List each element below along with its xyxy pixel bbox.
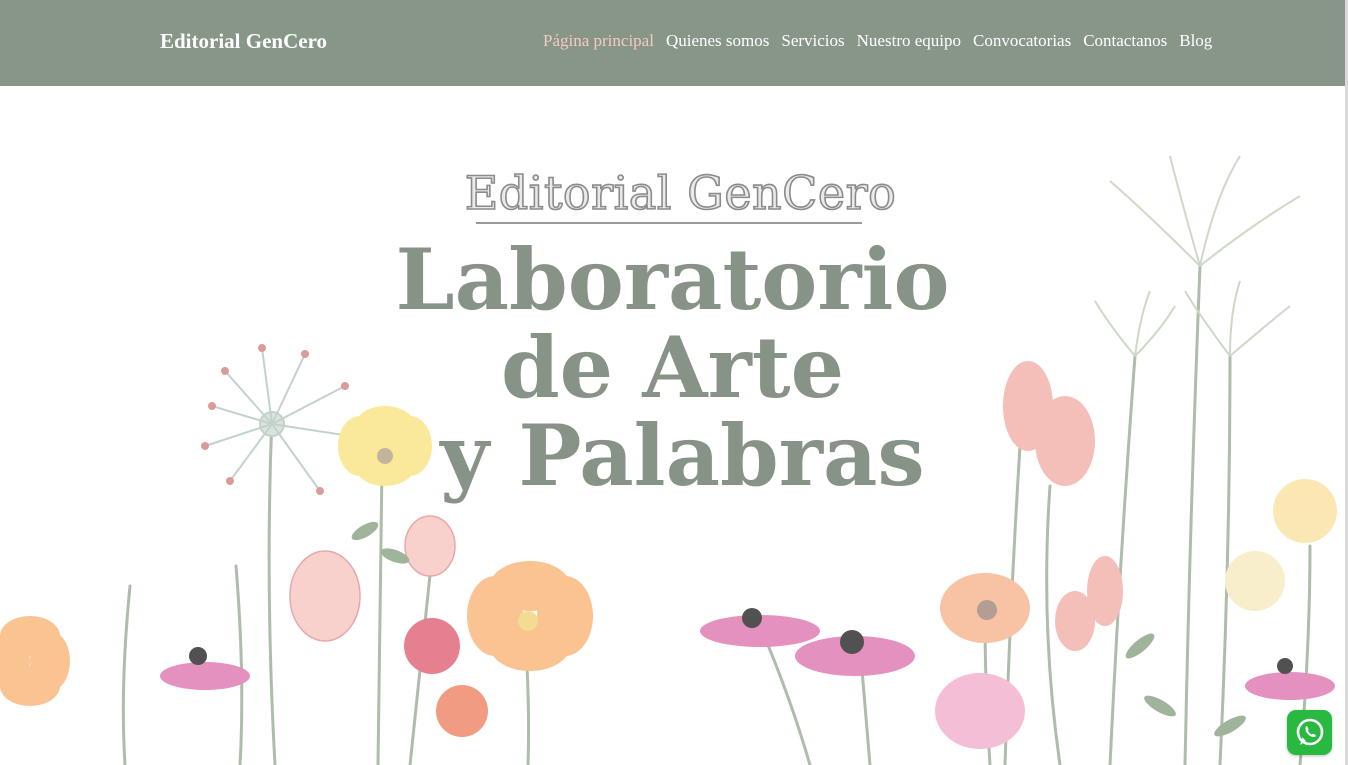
hero-brand-title: Editorial GenCero [464, 165, 897, 221]
site-brand-link[interactable]: Editorial GenCero [160, 29, 327, 54]
hero-title-line-1: Laboratorio [395, 230, 950, 329]
hero-banner: Editorial GenCero Laboratorio de Arte y … [0, 86, 1345, 765]
nav-item-contactanos[interactable]: Contactanos [1083, 31, 1167, 51]
whatsapp-chat-button[interactable] [1287, 710, 1332, 755]
nav-item-quienes-somos[interactable]: Quienes somos [666, 31, 769, 51]
whatsapp-icon [1296, 718, 1323, 745]
nav-item-pagina-principal[interactable]: Página principal [543, 31, 654, 51]
hero-title-line-2: de Arte [500, 318, 845, 417]
nav-item-convocatorias[interactable]: Convocatorias [973, 31, 1071, 51]
nav-item-servicios[interactable]: Servicios [781, 31, 844, 51]
nav-item-nuestro-equipo[interactable]: Nuestro equipo [857, 31, 961, 51]
main-menu: Página principal Quienes somos Servicios… [543, 31, 1212, 51]
hero-divider [476, 222, 862, 224]
hero-title-line-3: y Palabras [440, 406, 925, 505]
nav-item-blog[interactable]: Blog [1179, 31, 1212, 51]
navbar: Editorial GenCero Página principal Quien… [0, 0, 1345, 86]
